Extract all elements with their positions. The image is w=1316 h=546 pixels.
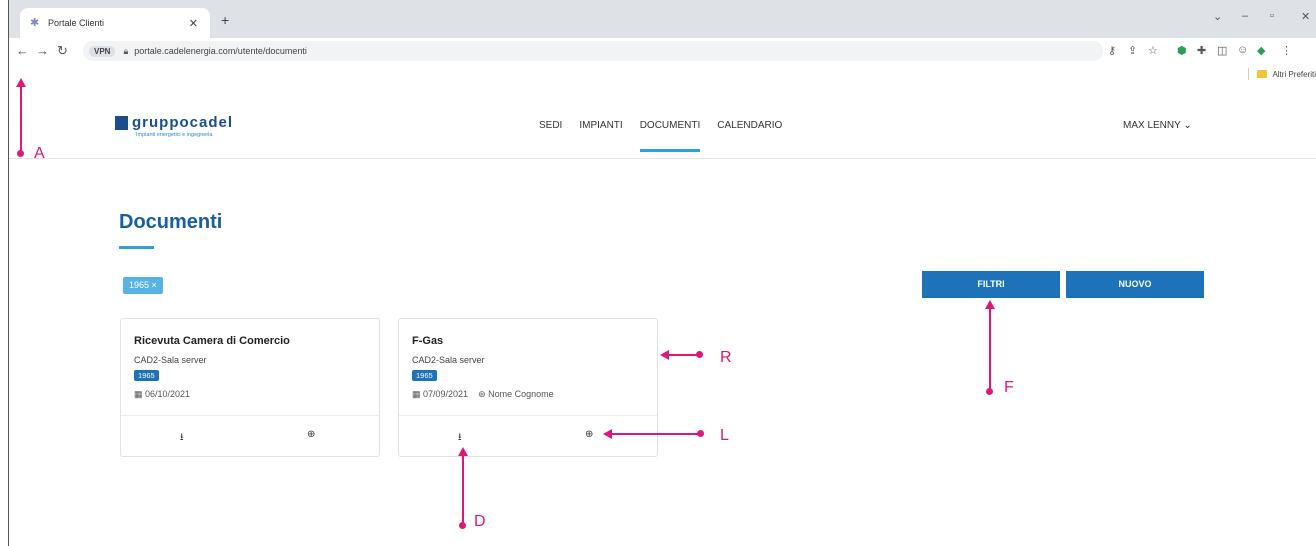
security-shield-icon[interactable]: ◆: [1257, 44, 1265, 57]
annotation-a-dot: [17, 150, 24, 157]
extensions-puzzle-icon[interactable]: ✚: [1197, 44, 1206, 57]
bookmarks-label: Altri Preferiti: [1272, 69, 1316, 79]
user-menu[interactable]: MAX LENNY ⌄: [1123, 120, 1192, 131]
logo-wordmark: gruppocadel: [132, 114, 234, 131]
card-location: CAD2-Sala server: [134, 355, 207, 365]
annotation-l-line: [611, 433, 699, 435]
zoom-icon[interactable]: ⊕: [307, 429, 315, 440]
annotation-l-label: L: [720, 427, 729, 444]
annotation-r-label: R: [720, 349, 732, 366]
favicon-icon: ✱: [30, 17, 40, 29]
forward-arrow-icon[interactable]: →: [36, 43, 49, 58]
profile-icon[interactable]: ☺: [1237, 44, 1248, 56]
annotation-l-dot: [697, 430, 704, 437]
new-button[interactable]: NUOVO: [1066, 271, 1204, 298]
card-divider: [121, 415, 379, 416]
address-bar[interactable]: VPN 🔒︎ portale.cadelenergia.com/utente/d…: [83, 41, 1103, 61]
browser-tab[interactable]: ✱ Portale Clienti ✕: [20, 8, 210, 38]
annotation-r-line: [668, 354, 698, 356]
close-tab-icon[interactable]: ✕: [189, 17, 198, 30]
tab-title: Portale Clienti: [48, 18, 105, 28]
card-date: ▦ 07/09/2021: [412, 389, 469, 399]
download-icon[interactable]: ⭳: [458, 430, 462, 447]
card-badge: 1965: [412, 370, 437, 381]
document-card: F-Gas CAD2-Sala server 1965 ▦ 07/09/2021…: [398, 318, 658, 457]
document-card: Ricevuta Camera di Comercio CAD2-Sala se…: [120, 318, 380, 457]
tab-bar: ✱ Portale Clienti ✕ + ⌄ – ▫ ✕: [9, 0, 1316, 38]
extension-shield-icon[interactable]: ⬢: [1177, 44, 1187, 57]
zoom-icon[interactable]: ⊕: [585, 429, 593, 440]
tab-search-icon[interactable]: ⌄: [1213, 10, 1222, 23]
site-header: gruppocadel Impianti energetici e ingegn…: [9, 84, 1316, 159]
close-window-icon[interactable]: ✕: [1301, 10, 1310, 23]
nav-calendario[interactable]: CALENDARIO: [717, 120, 782, 131]
bookmarks-separator: [1248, 68, 1250, 80]
page-title: Documenti: [119, 211, 223, 233]
annotation-a-line: [20, 86, 22, 153]
browser-toolbar: ← → ↻ VPN 🔒︎ portale.cadelenergia.com/ut…: [9, 38, 1316, 65]
share-icon[interactable]: ⇪: [1128, 44, 1137, 57]
nav-sedi[interactable]: SEDI: [539, 120, 562, 131]
sidebar-icon[interactable]: ◫: [1217, 44, 1227, 57]
logo-mark-icon: [115, 115, 128, 130]
new-tab-icon[interactable]: +: [221, 12, 229, 28]
card-title: F-Gas: [412, 335, 444, 347]
minimize-icon[interactable]: –: [1242, 10, 1248, 22]
card-user: ⊛ Nome Cognome: [478, 389, 554, 399]
main-nav: SEDI IMPIANTI DOCUMENTI CALENDARIO: [539, 120, 799, 152]
star-icon[interactable]: ☆: [1148, 44, 1158, 57]
back-arrow-icon[interactable]: ←: [16, 43, 29, 58]
other-bookmarks[interactable]: Altri Preferiti: [1248, 68, 1316, 80]
annotation-d-dot: [459, 522, 466, 529]
reload-icon[interactable]: ↻: [57, 43, 68, 59]
annotation-f-dot: [986, 388, 993, 395]
card-title: Ricevuta Camera di Comercio: [134, 335, 290, 347]
key-icon[interactable]: ⚷: [1108, 44, 1116, 57]
bookmarks-bar: Altri Preferiti: [9, 64, 1316, 84]
nav-impianti[interactable]: IMPIANTI: [579, 120, 622, 131]
nav-documenti[interactable]: DOCUMENTI: [639, 120, 700, 152]
url-text[interactable]: portale.cadelenergia.com/utente/document…: [134, 46, 307, 56]
annotation-f-label: F: [1004, 379, 1014, 396]
filter-chip[interactable]: 1965 ×: [123, 277, 163, 294]
company-logo[interactable]: gruppocadel Impianti energetici e ingegn…: [115, 114, 233, 138]
annotation-d-line: [462, 455, 464, 525]
maximize-icon[interactable]: ▫: [1270, 10, 1274, 22]
annotation-f-line: [989, 308, 991, 390]
card-divider: [399, 415, 657, 416]
folder-icon: [1257, 70, 1268, 78]
card-badge: 1965: [134, 370, 159, 381]
annotation-r-dot: [696, 351, 703, 358]
lock-icon[interactable]: 🔒︎: [123, 46, 128, 57]
card-date: ▦ 06/10/2021: [134, 389, 191, 399]
logo-tagline: Impianti energetici e ingegneria: [136, 132, 213, 138]
card-meta: ▦ 07/09/2021 ⊛ Nome Cognome: [412, 389, 554, 400]
card-location: CAD2-Sala server: [412, 355, 485, 365]
menu-icon[interactable]: ⋮: [1281, 44, 1292, 57]
filter-button[interactable]: FILTRI: [922, 271, 1060, 298]
title-underline: [119, 246, 154, 249]
download-icon[interactable]: ⭳: [180, 430, 184, 447]
annotation-a-label: A: [34, 145, 45, 162]
card-meta: ▦ 06/10/2021: [134, 389, 190, 400]
annotation-d-label: D: [474, 513, 486, 530]
vpn-badge[interactable]: VPN: [89, 45, 116, 57]
